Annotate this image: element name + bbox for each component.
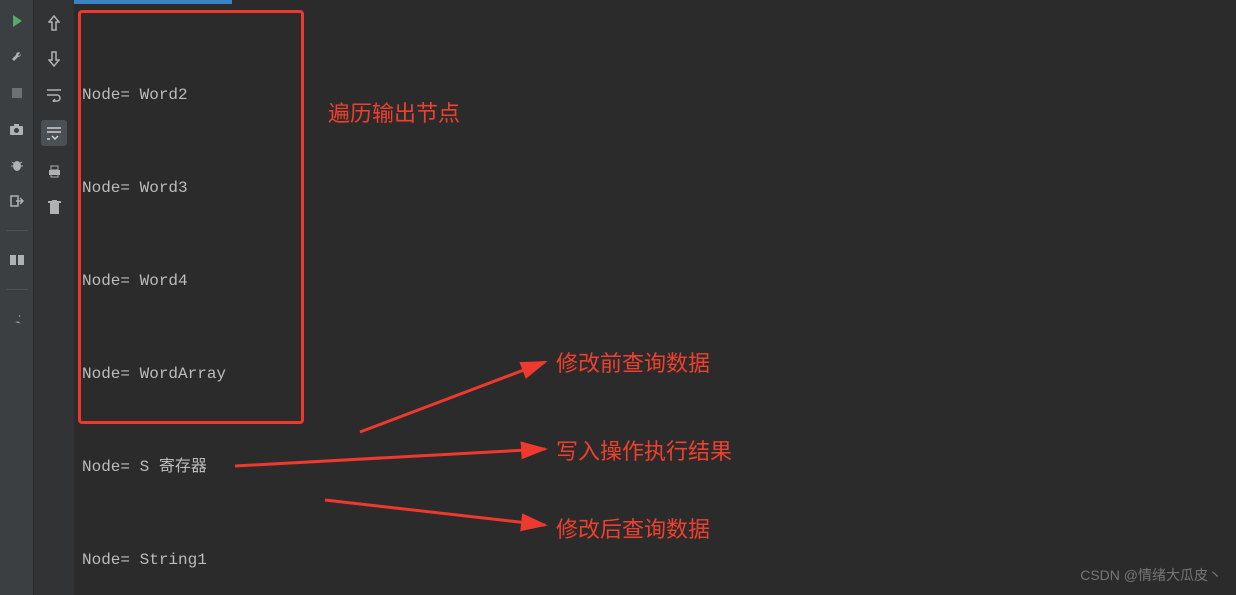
run-icon[interactable] <box>8 12 26 30</box>
left-toolbar <box>0 0 34 595</box>
separator <box>6 289 28 290</box>
debug-bug-icon[interactable] <box>8 156 26 174</box>
console-line: Node= WordArray <box>82 359 1222 390</box>
active-tab-indicator <box>48 0 232 4</box>
print-icon[interactable] <box>43 160 65 182</box>
layout-icon[interactable] <box>8 251 26 269</box>
console-line: Node= S 寄存器 <box>82 452 1222 483</box>
arrow-up-icon[interactable] <box>43 12 65 34</box>
console-toolbar <box>34 0 74 595</box>
stop-icon[interactable] <box>8 84 26 102</box>
wrench-icon[interactable] <box>8 48 26 66</box>
trash-icon[interactable] <box>43 196 65 218</box>
console-line: Node= Word2 <box>82 80 1222 111</box>
console-line: Node= Word4 <box>82 266 1222 297</box>
console-output: Node= Word2 Node= Word3 Node= Word4 Node… <box>82 18 1222 578</box>
console-line: Node= Word3 <box>82 173 1222 204</box>
arrow-down-icon[interactable] <box>43 48 65 70</box>
pin-icon[interactable] <box>8 310 26 328</box>
camera-icon[interactable] <box>8 120 26 138</box>
soft-wrap-icon[interactable] <box>43 84 65 106</box>
scroll-to-end-icon[interactable] <box>41 120 67 146</box>
console-line: Node= String1 <box>82 545 1222 576</box>
exit-icon[interactable] <box>8 192 26 210</box>
separator <box>6 230 28 231</box>
